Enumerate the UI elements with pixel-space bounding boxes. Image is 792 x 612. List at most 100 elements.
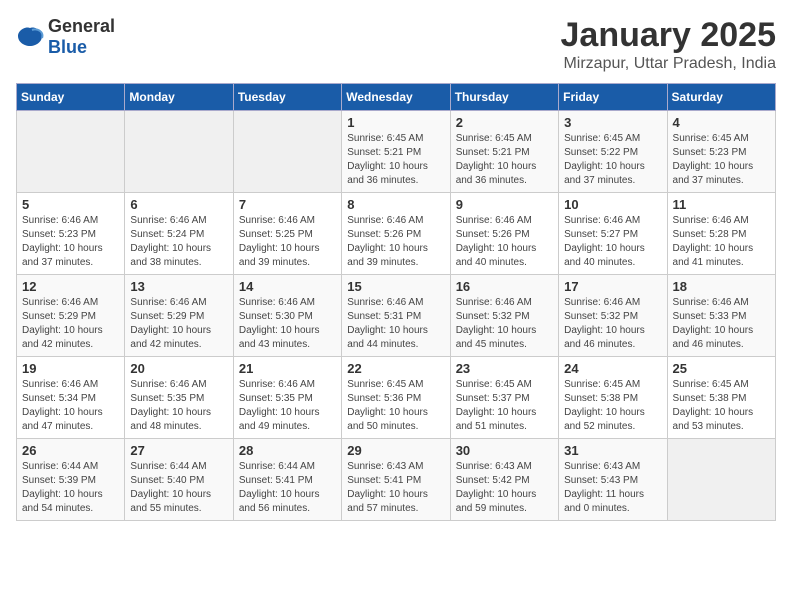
day-number: 26 bbox=[22, 443, 119, 458]
table-row: 3 Sunrise: 6:45 AM Sunset: 5:22 PM Daylig… bbox=[559, 111, 667, 193]
table-row bbox=[17, 111, 125, 193]
day-number: 28 bbox=[239, 443, 336, 458]
table-row: 25 Sunrise: 6:45 AM Sunset: 5:38 PM Dayli… bbox=[667, 357, 775, 439]
table-row: 19Sunrise: 6:46 AM Sunset: 5:34 PM Dayli… bbox=[17, 357, 125, 439]
day-number: 4 bbox=[673, 115, 770, 130]
day-number: 16 bbox=[456, 279, 553, 294]
day-info: Sunrise: 6:46 AM Sunset: 5:26 PM Dayligh… bbox=[456, 214, 553, 270]
day-info: Sunrise: 6:43 AM Sunset: 5:42 PM Dayligh… bbox=[456, 460, 553, 516]
day-info: Sunrise: 6:46 AM Sunset: 5:24 PM Dayligh… bbox=[130, 214, 227, 270]
day-number: 11 bbox=[673, 197, 770, 212]
day-info: Sunrise: 6:45 AM Sunset: 5:21 PM Dayligh… bbox=[347, 132, 444, 188]
day-number: 19 bbox=[22, 361, 119, 376]
day-number: 14 bbox=[239, 279, 336, 294]
day-number: 30 bbox=[456, 443, 553, 458]
table-row: 28 Sunrise: 6:44 AM Sunset: 5:41 PM Dayli… bbox=[233, 439, 341, 521]
header-sunday: Sunday bbox=[17, 84, 125, 111]
table-row: 8 Sunrise: 6:46 AM Sunset: 5:26 PM Daylig… bbox=[342, 193, 450, 275]
day-number: 8 bbox=[347, 197, 444, 212]
day-info: Sunrise: 6:45 AM Sunset: 5:38 PM Dayligh… bbox=[673, 378, 770, 434]
calendar-table: Sunday Monday Tuesday Wednesday Thursday… bbox=[16, 83, 776, 521]
day-number: 6 bbox=[130, 197, 227, 212]
day-number: 27 bbox=[130, 443, 227, 458]
day-number: 5 bbox=[22, 197, 119, 212]
day-number: 18 bbox=[673, 279, 770, 294]
table-row bbox=[233, 111, 341, 193]
calendar-week-row: 5 Sunrise: 6:46 AM Sunset: 5:23 PM Daylig… bbox=[17, 193, 776, 275]
table-row: 29Sunrise: 6:43 AM Sunset: 5:41 PM Dayli… bbox=[342, 439, 450, 521]
day-number: 22 bbox=[347, 361, 444, 376]
table-row: 21Sunrise: 6:46 AM Sunset: 5:35 PM Dayli… bbox=[233, 357, 341, 439]
table-row: 26 Sunrise: 6:44 AM Sunset: 5:39 PM Dayli… bbox=[17, 439, 125, 521]
day-number: 17 bbox=[564, 279, 661, 294]
day-info: Sunrise: 6:45 AM Sunset: 5:22 PM Dayligh… bbox=[564, 132, 661, 188]
calendar-week-row: 26 Sunrise: 6:44 AM Sunset: 5:39 PM Dayli… bbox=[17, 439, 776, 521]
table-row: 23 Sunrise: 6:45 AM Sunset: 5:37 PM Dayli… bbox=[450, 357, 558, 439]
table-row: 4 Sunrise: 6:45 AM Sunset: 5:23 PM Daylig… bbox=[667, 111, 775, 193]
day-info: Sunrise: 6:46 AM Sunset: 5:33 PM Dayligh… bbox=[673, 296, 770, 352]
day-number: 25 bbox=[673, 361, 770, 376]
table-row: 20 Sunrise: 6:46 AM Sunset: 5:35 PM Dayli… bbox=[125, 357, 233, 439]
calendar-subtitle: Mirzapur, Uttar Pradesh, India bbox=[561, 55, 777, 73]
day-info: Sunrise: 6:45 AM Sunset: 5:38 PM Dayligh… bbox=[564, 378, 661, 434]
day-info: Sunrise: 6:46 AM Sunset: 5:35 PM Dayligh… bbox=[239, 378, 336, 434]
day-info: Sunrise: 6:44 AM Sunset: 5:41 PM Dayligh… bbox=[239, 460, 336, 516]
day-number: 24 bbox=[564, 361, 661, 376]
header-friday: Friday bbox=[559, 84, 667, 111]
day-number: 15 bbox=[347, 279, 444, 294]
day-info: Sunrise: 6:46 AM Sunset: 5:28 PM Dayligh… bbox=[673, 214, 770, 270]
day-info: Sunrise: 6:46 AM Sunset: 5:26 PM Dayligh… bbox=[347, 214, 444, 270]
table-row: 12 Sunrise: 6:46 AM Sunset: 5:29 PM Dayli… bbox=[17, 275, 125, 357]
table-row: 18 Sunrise: 6:46 AM Sunset: 5:33 PM Dayli… bbox=[667, 275, 775, 357]
day-number: 31 bbox=[564, 443, 661, 458]
day-info: Sunrise: 6:46 AM Sunset: 5:35 PM Dayligh… bbox=[130, 378, 227, 434]
day-info: Sunrise: 6:46 AM Sunset: 5:29 PM Dayligh… bbox=[22, 296, 119, 352]
table-row: 9Sunrise: 6:46 AM Sunset: 5:26 PM Daylig… bbox=[450, 193, 558, 275]
day-number: 23 bbox=[456, 361, 553, 376]
table-row: 16 Sunrise: 6:46 AM Sunset: 5:32 PM Dayli… bbox=[450, 275, 558, 357]
header-saturday: Saturday bbox=[667, 84, 775, 111]
day-info: Sunrise: 6:45 AM Sunset: 5:36 PM Dayligh… bbox=[347, 378, 444, 434]
table-row: 7Sunrise: 6:46 AM Sunset: 5:25 PM Daylig… bbox=[233, 193, 341, 275]
header: General Blue January 2025 Mirzapur, Utta… bbox=[16, 16, 776, 73]
table-row bbox=[667, 439, 775, 521]
day-number: 2 bbox=[456, 115, 553, 130]
header-wednesday: Wednesday bbox=[342, 84, 450, 111]
day-number: 1 bbox=[347, 115, 444, 130]
table-row: 13 Sunrise: 6:46 AM Sunset: 5:29 PM Dayli… bbox=[125, 275, 233, 357]
table-row: 22 Sunrise: 6:45 AM Sunset: 5:36 PM Dayli… bbox=[342, 357, 450, 439]
day-info: Sunrise: 6:44 AM Sunset: 5:40 PM Dayligh… bbox=[130, 460, 227, 516]
day-info: Sunrise: 6:44 AM Sunset: 5:39 PM Dayligh… bbox=[22, 460, 119, 516]
day-number: 13 bbox=[130, 279, 227, 294]
day-number: 20 bbox=[130, 361, 227, 376]
logo-icon bbox=[16, 26, 44, 48]
day-info: Sunrise: 6:46 AM Sunset: 5:27 PM Dayligh… bbox=[564, 214, 661, 270]
table-row: 1 Sunrise: 6:45 AM Sunset: 5:21 PM Daylig… bbox=[342, 111, 450, 193]
day-info: Sunrise: 6:46 AM Sunset: 5:31 PM Dayligh… bbox=[347, 296, 444, 352]
day-info: Sunrise: 6:46 AM Sunset: 5:32 PM Dayligh… bbox=[564, 296, 661, 352]
day-info: Sunrise: 6:45 AM Sunset: 5:23 PM Dayligh… bbox=[673, 132, 770, 188]
table-row: 10 Sunrise: 6:46 AM Sunset: 5:27 PM Dayli… bbox=[559, 193, 667, 275]
table-row: 30 Sunrise: 6:43 AM Sunset: 5:42 PM Dayli… bbox=[450, 439, 558, 521]
logo-text: General Blue bbox=[48, 16, 115, 58]
logo-general: General bbox=[48, 16, 115, 36]
table-row: 11 Sunrise: 6:46 AM Sunset: 5:28 PM Dayli… bbox=[667, 193, 775, 275]
table-row: 14Sunrise: 6:46 AM Sunset: 5:30 PM Dayli… bbox=[233, 275, 341, 357]
day-number: 10 bbox=[564, 197, 661, 212]
calendar-week-row: 1 Sunrise: 6:45 AM Sunset: 5:21 PM Daylig… bbox=[17, 111, 776, 193]
header-thursday: Thursday bbox=[450, 84, 558, 111]
title-block: January 2025 Mirzapur, Uttar Pradesh, In… bbox=[561, 16, 777, 73]
day-info: Sunrise: 6:46 AM Sunset: 5:29 PM Dayligh… bbox=[130, 296, 227, 352]
day-info: Sunrise: 6:45 AM Sunset: 5:37 PM Dayligh… bbox=[456, 378, 553, 434]
weekday-header-row: Sunday Monday Tuesday Wednesday Thursday… bbox=[17, 84, 776, 111]
day-info: Sunrise: 6:45 AM Sunset: 5:21 PM Dayligh… bbox=[456, 132, 553, 188]
day-info: Sunrise: 6:46 AM Sunset: 5:23 PM Dayligh… bbox=[22, 214, 119, 270]
header-tuesday: Tuesday bbox=[233, 84, 341, 111]
day-number: 3 bbox=[564, 115, 661, 130]
day-number: 7 bbox=[239, 197, 336, 212]
logo: General Blue bbox=[16, 16, 115, 58]
day-number: 12 bbox=[22, 279, 119, 294]
day-info: Sunrise: 6:46 AM Sunset: 5:32 PM Dayligh… bbox=[456, 296, 553, 352]
day-info: Sunrise: 6:43 AM Sunset: 5:43 PM Dayligh… bbox=[564, 460, 661, 516]
table-row: 5 Sunrise: 6:46 AM Sunset: 5:23 PM Daylig… bbox=[17, 193, 125, 275]
